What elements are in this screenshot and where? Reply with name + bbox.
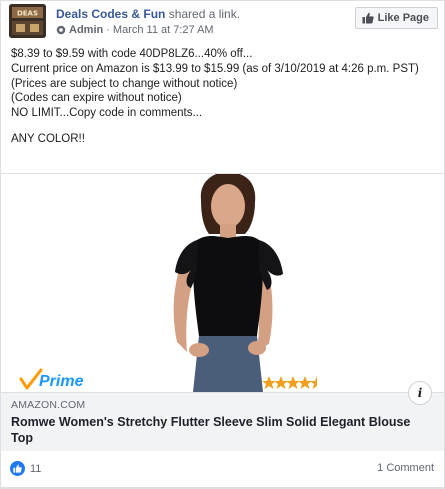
- page-name-link[interactable]: Deals Codes & Fun: [56, 7, 165, 21]
- poster-line: Deals Codes & Fun shared a link.: [56, 7, 240, 21]
- info-icon[interactable]: i: [408, 381, 432, 405]
- link-preview-card[interactable]: Prime i AMAZON.COM Romwe Women's Stretch…: [1, 173, 444, 451]
- model-face: [211, 184, 245, 228]
- post-line-code-notice: (Codes can expire without notice): [11, 92, 182, 105]
- meta-separator: ·: [106, 24, 110, 36]
- thumbs-up-icon: [362, 12, 374, 24]
- post-line-no-limit: NO LIMIT...Copy code in comments...: [11, 107, 203, 120]
- post-line-any-color: ANY COLOR!!: [11, 132, 85, 145]
- product-photo: Prime: [1, 174, 444, 392]
- post-timestamp[interactable]: March 11 at 7:27 AM: [113, 24, 214, 36]
- product-image[interactable]: Prime: [1, 174, 444, 392]
- avatar-text: DEAS: [17, 10, 38, 18]
- post-meta: Admin · March 11 at 7:27 AM: [56, 24, 214, 36]
- bottom-divider: [1, 487, 444, 488]
- post-line-price-notice: (Prices are subject to change without no…: [11, 77, 238, 90]
- post-line-amazon-price: Current price on Amazon is $13.99 to $15…: [11, 62, 419, 75]
- like-reaction-icon: [10, 461, 25, 476]
- like-page-button[interactable]: Like Page: [354, 7, 438, 29]
- share-action-text: shared a link.: [165, 7, 241, 21]
- post-footer: 11 1 Comment: [1, 453, 444, 483]
- likes-count: 11: [30, 462, 42, 475]
- link-caption[interactable]: i AMAZON.COM Romwe Women's Stretchy Flut…: [1, 381, 444, 451]
- post-header: DEAS Deals Codes & Fun shared a link. Ad…: [1, 1, 445, 41]
- model-left-hand: [189, 343, 209, 357]
- avatar-image: DEAS: [9, 4, 46, 38]
- model-neck: [220, 224, 236, 238]
- facebook-post: DEAS Deals Codes & Fun shared a link. Ad…: [0, 0, 445, 489]
- like-page-label: Like Page: [377, 12, 429, 24]
- reactions-summary[interactable]: 11: [10, 461, 41, 476]
- page-avatar[interactable]: DEAS: [9, 4, 46, 38]
- thumbs-up-icon: [13, 464, 22, 473]
- prime-label: Prime: [39, 373, 84, 390]
- link-domain: AMAZON.COM: [11, 399, 86, 411]
- post-line-price: $8.39 to $9.59 with code 40DP8LZ6...40% …: [11, 48, 253, 60]
- model-right-hand: [248, 341, 266, 355]
- blouse-body: [193, 236, 263, 336]
- admin-label: Admin: [69, 24, 104, 36]
- comments-count-link[interactable]: 1 Comment: [377, 462, 434, 474]
- post-message: $8.39 to $9.59 with code 40DP8LZ6...40% …: [11, 47, 436, 147]
- admin-gear-icon: [56, 25, 66, 35]
- link-title[interactable]: Romwe Women's Stretchy Flutter Sleeve Sl…: [11, 414, 411, 446]
